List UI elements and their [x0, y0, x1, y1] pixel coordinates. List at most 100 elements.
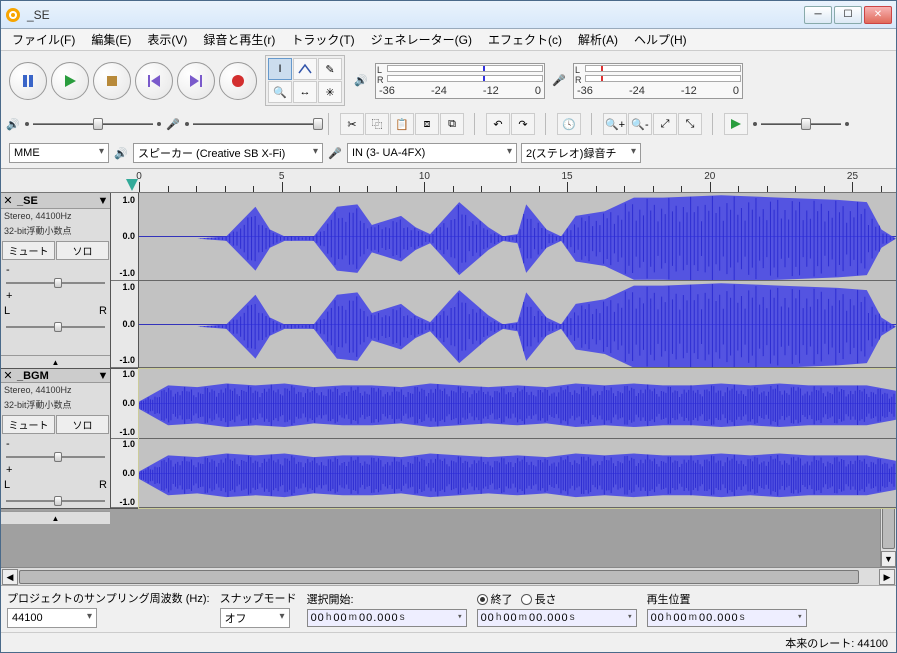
copy-button[interactable]: ⿻: [365, 113, 389, 135]
pause-button[interactable]: [9, 62, 47, 100]
trim-button[interactable]: ⧈: [415, 113, 439, 135]
record-volume-slider[interactable]: 🎤: [165, 116, 321, 132]
selection-start-time[interactable]: 00h 00m 00.000s: [307, 609, 467, 627]
input-channels-value: 2(ステレオ)録音チ: [526, 145, 616, 161]
track-format-label: Stereo, 44100Hz: [1, 383, 110, 398]
selection-tool[interactable]: I: [268, 58, 292, 80]
snap-label: スナップモード: [220, 590, 297, 606]
menu-help[interactable]: ヘルプ(H): [627, 28, 694, 51]
waveform-area[interactable]: [139, 193, 896, 368]
sync-lock-button[interactable]: 🕓: [557, 113, 581, 135]
track-control-panel: ✕_SE▼Stereo, 44100Hz32-bit浮動小数点ミュートソロ- +…: [1, 193, 111, 368]
track-control-panel: ✕_BGM▼Stereo, 44100Hz32-bit浮動小数点ミュートソロ- …: [1, 369, 111, 508]
envelope-tool[interactable]: [293, 58, 317, 80]
project-rate-label: プロジェクトのサンプリング周波数 (Hz):: [7, 590, 210, 606]
menu-tracks[interactable]: トラック(T): [284, 28, 361, 51]
zoom-in-button[interactable]: 🔍+: [603, 113, 627, 135]
timeshift-tool[interactable]: ↔: [293, 81, 317, 103]
meter-tick: 0: [535, 85, 541, 97]
record-button[interactable]: [219, 62, 257, 100]
playback-meter[interactable]: L R -36 -24 -12 0: [375, 63, 545, 99]
waveform-channel: [139, 369, 896, 439]
pan-slider[interactable]: [1, 317, 110, 337]
track-menu-button[interactable]: ▼: [96, 370, 110, 382]
scale-label: -1.0: [119, 268, 135, 278]
stop-button[interactable]: [93, 62, 131, 100]
track-name: _BGM: [15, 370, 96, 382]
playback-volume-slider[interactable]: 🔊: [5, 116, 161, 132]
draw-tool[interactable]: ✎: [318, 58, 342, 80]
paste-button[interactable]: 📋: [390, 113, 414, 135]
zoom-tool[interactable]: 🔍: [268, 81, 292, 103]
maximize-button[interactable]: ☐: [834, 6, 862, 24]
menu-bar: ファイル(F) 編集(E) 表示(V) 録音と再生(r) トラック(T) ジェネ…: [1, 29, 896, 51]
output-device-combo[interactable]: スピーカー (Creative SB X-Fi): [133, 143, 323, 163]
skip-start-button[interactable]: [135, 62, 173, 100]
horizontal-scrollbar[interactable]: ◀ ▶: [1, 567, 896, 585]
window-title: _SE: [27, 8, 804, 22]
meter-l-label: L: [377, 65, 387, 75]
microphone-icon: 🎤: [327, 145, 343, 161]
fit-project-button[interactable]: ⤡: [678, 113, 702, 135]
waveform-area[interactable]: [139, 369, 896, 508]
scale-label: 0.0: [122, 468, 135, 478]
fit-selection-button[interactable]: ⤢: [653, 113, 677, 135]
length-radio[interactable]: 長さ: [521, 591, 557, 607]
audio-host-combo[interactable]: MME: [9, 143, 109, 163]
solo-button[interactable]: ソロ: [56, 415, 109, 434]
title-bar: _SE ─ ☐ ✕: [1, 1, 896, 29]
mute-button[interactable]: ミュート: [2, 415, 55, 434]
snap-combo[interactable]: オフ: [220, 608, 290, 628]
track-close-button[interactable]: ✕: [1, 194, 15, 207]
cut-button[interactable]: ✂: [340, 113, 364, 135]
skip-end-button[interactable]: [177, 62, 215, 100]
track-close-button[interactable]: ✕: [1, 369, 15, 382]
project-rate-combo[interactable]: 44100: [7, 608, 97, 628]
menu-view[interactable]: 表示(V): [140, 28, 194, 51]
redo-button[interactable]: ↷: [511, 113, 535, 135]
microphone-icon[interactable]: 🎤: [551, 73, 567, 89]
record-meter[interactable]: L R -36 -24 -12 0: [573, 63, 743, 99]
play-speed-slider[interactable]: [749, 113, 853, 135]
pan-slider[interactable]: [1, 491, 110, 511]
play-at-speed-button[interactable]: [724, 113, 748, 135]
silence-button[interactable]: ⧉: [440, 113, 464, 135]
gain-slider[interactable]: - +: [1, 261, 110, 305]
input-device-value: IN (3- UA-4FX): [352, 147, 425, 159]
timeline-ruler[interactable]: 0510152025: [1, 169, 896, 193]
menu-effect[interactable]: エフェクト(c): [481, 28, 569, 51]
scale-label: -1.0: [119, 355, 135, 365]
meter-tick: -36: [577, 85, 593, 97]
menu-analyze[interactable]: 解析(A): [571, 28, 625, 51]
meter-l-label: L: [575, 65, 585, 75]
edit-toolbar: ✂ ⿻ 📋 ⧈ ⧉: [337, 110, 467, 138]
solo-button[interactable]: ソロ: [56, 241, 109, 260]
end-radio[interactable]: 終了: [477, 591, 513, 607]
input-channels-combo[interactable]: 2(ステレオ)録音チ: [521, 143, 641, 163]
scale-label: 0.0: [122, 398, 135, 408]
end-radio-label: 終了: [491, 591, 513, 607]
speaker-icon[interactable]: 🔊: [353, 73, 369, 89]
menu-transport[interactable]: 録音と再生(r): [196, 28, 282, 51]
menu-generate[interactable]: ジェネレーター(G): [364, 28, 479, 51]
menu-edit[interactable]: 編集(E): [84, 28, 138, 51]
play-button[interactable]: [51, 62, 89, 100]
multi-tool[interactable]: ✳: [318, 81, 342, 103]
close-button[interactable]: ✕: [864, 6, 892, 24]
input-device-combo[interactable]: IN (3- UA-4FX): [347, 143, 517, 163]
track-name: _SE: [15, 195, 96, 207]
app-icon: [5, 7, 21, 23]
zoom-out-button[interactable]: 🔍-: [628, 113, 652, 135]
gain-slider[interactable]: - +: [1, 435, 110, 479]
collapse-button[interactable]: ▲: [1, 511, 110, 524]
collapse-button[interactable]: ▲: [1, 355, 110, 368]
undo-button[interactable]: ↶: [486, 113, 510, 135]
mute-button[interactable]: ミュート: [2, 241, 55, 260]
playback-position-time[interactable]: 00h 00m 00.000s: [647, 609, 807, 627]
tracks-area: ▲ ▼ ✕_SE▼Stereo, 44100Hz32-bit浮動小数点ミュートソ…: [1, 193, 896, 567]
minimize-button[interactable]: ─: [804, 6, 832, 24]
selection-end-time[interactable]: 00h 00m 00.000s: [477, 609, 637, 627]
menu-file[interactable]: ファイル(F): [5, 28, 82, 51]
track-menu-button[interactable]: ▼: [96, 195, 110, 207]
selection-start-label: 選択開始:: [307, 591, 467, 607]
